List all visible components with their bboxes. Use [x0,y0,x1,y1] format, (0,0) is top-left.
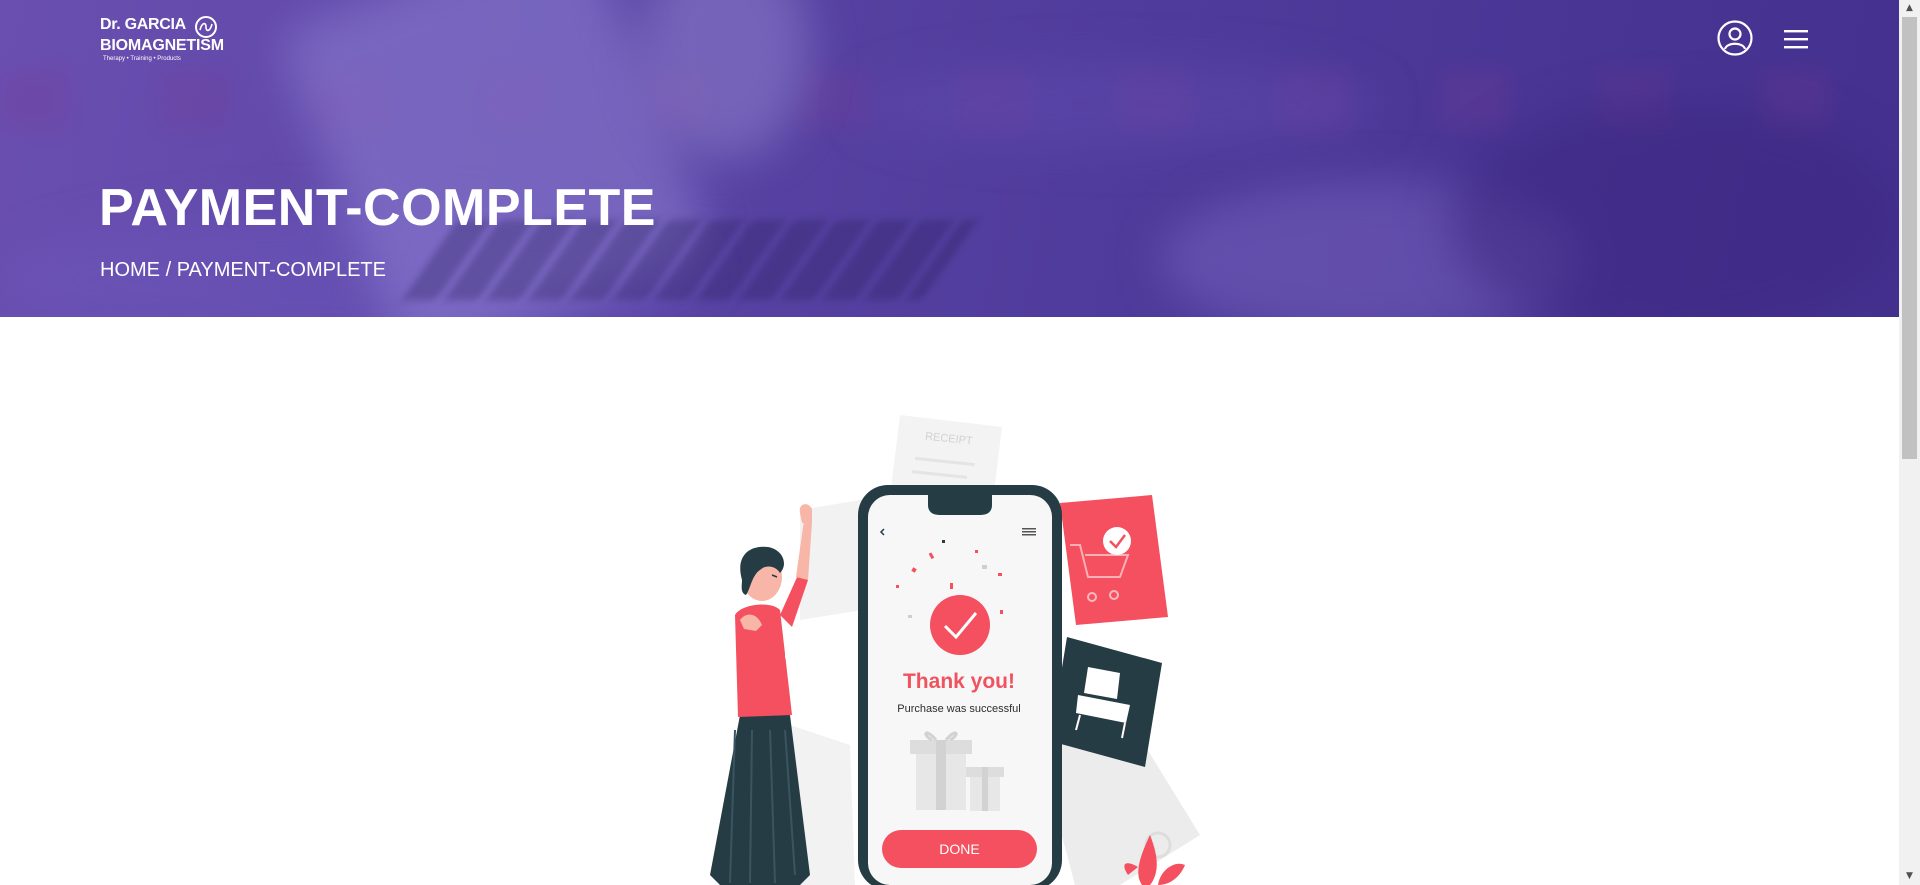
cart-card-icon [1060,495,1168,625]
done-button[interactable]: DONE [882,830,1037,868]
user-icon[interactable] [1717,20,1753,56]
page-title: PAYMENT-COMPLETE [99,179,656,237]
breadcrumb: HOME / PAYMENT-COMPLETE [100,259,386,282]
payment-success-illustration: RECEIPT Thank you! Purchase was successf… [680,405,1210,885]
woman-figure-icon [710,504,812,885]
breadcrumb-current: PAYMENT-COMPLETE [176,259,386,281]
purchase-message: Purchase was successful [897,703,1021,715]
breadcrumb-home-link[interactable]: HOME [100,259,160,281]
logo-tagline: Therapy • Training • Products [103,56,181,62]
site-logo[interactable]: Dr. GARCIA BIOMAGNETISM Therapy • Traini… [100,16,236,64]
page-scrollbar[interactable]: ▲ ▼ [1899,0,1920,885]
illustration-graphic [710,415,1200,885]
scroll-up-arrow-icon[interactable]: ▲ [1899,0,1920,17]
hero-banner: Dr. GARCIA BIOMAGNETISM Therapy • Traini… [0,0,1899,317]
logo-line1: Dr. GARCIA [100,16,186,33]
scrollbar-thumb[interactable] [1902,17,1917,459]
thank-you-heading: Thank you! [902,670,1015,693]
scroll-down-arrow-icon[interactable]: ▼ [1899,868,1920,885]
logo-line2: BIOMAGNETISM [100,37,224,54]
menu-icon[interactable] [1784,28,1808,50]
magnet-logo-icon [195,16,217,38]
breadcrumb-separator: / [165,259,172,281]
